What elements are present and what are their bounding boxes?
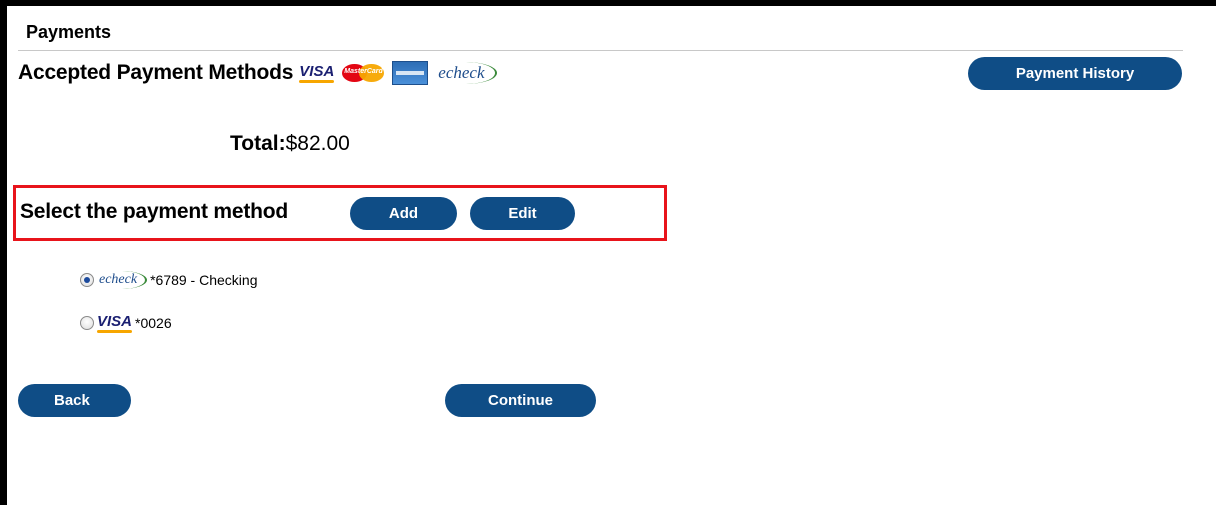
total-value: $82.00 (285, 132, 350, 155)
window-frame-left (0, 0, 7, 505)
method-label: *6789 - Checking (150, 272, 258, 288)
add-button[interactable]: Add (350, 197, 457, 230)
payment-method-option-visa[interactable]: VISA *0026 (80, 313, 172, 333)
visa-logo-icon: VISA (299, 63, 335, 83)
select-payment-method-label: Select the payment method (20, 200, 289, 223)
echeck-logo-icon: echeck (434, 62, 497, 84)
radio-echeck[interactable] (80, 273, 94, 287)
back-button[interactable]: Back (18, 384, 131, 417)
total-label: Total: (230, 132, 286, 155)
accepted-methods-label: Accepted Payment Methods (18, 61, 294, 84)
visa-logo-icon: VISA (97, 313, 133, 333)
radio-visa[interactable] (80, 316, 94, 330)
mastercard-logo-icon: MasterCard (340, 62, 386, 84)
payment-history-button[interactable]: Payment History (968, 57, 1182, 90)
echeck-logo-icon: echeck (97, 271, 148, 289)
edit-button[interactable]: Edit (470, 197, 575, 230)
method-label: *0026 (135, 315, 172, 331)
accepted-payment-methods: Accepted Payment Methods VISA MasterCard… (18, 58, 497, 88)
total-amount: Total:$82.00 (230, 132, 350, 156)
amex-logo-icon (392, 61, 429, 85)
continue-button[interactable]: Continue (445, 384, 596, 417)
page-title: Payments (26, 22, 112, 42)
header-divider (18, 50, 1183, 51)
payment-method-option-echeck[interactable]: echeck *6789 - Checking (80, 271, 257, 289)
window-frame-top (0, 0, 1216, 6)
